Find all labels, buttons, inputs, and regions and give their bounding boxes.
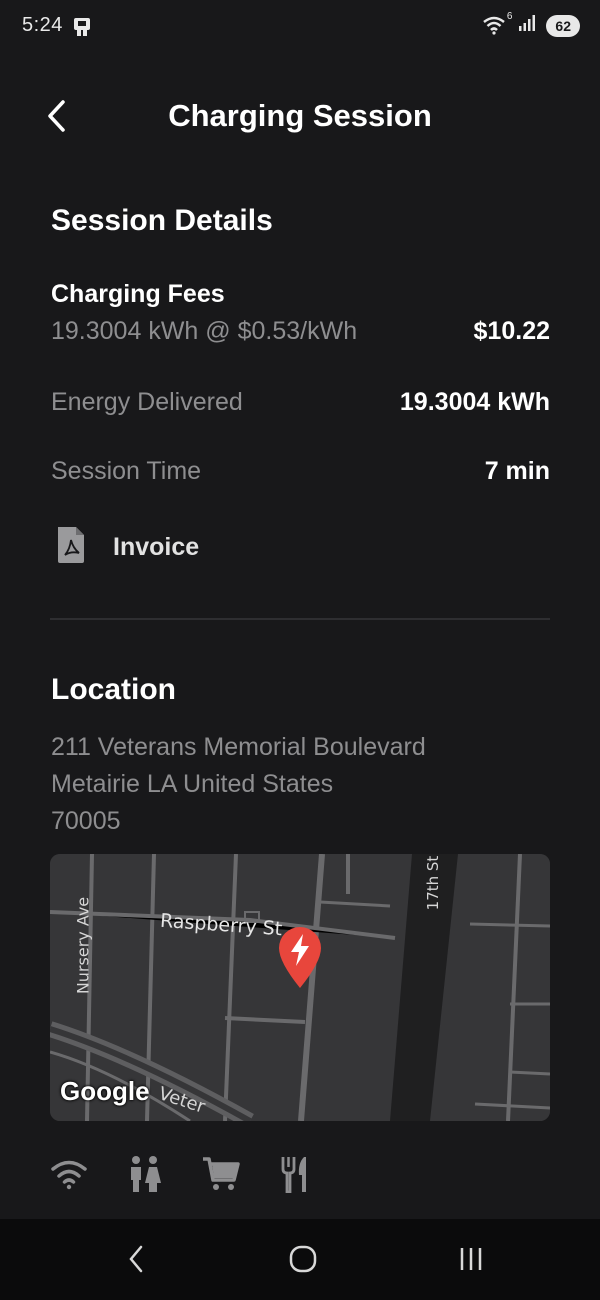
section-divider [50,618,550,620]
wifi-status-icon: 6 [482,11,512,37]
charging-fees-value: $10.22 [473,317,550,345]
battery-indicator: 62 [546,14,580,37]
notification-icon [72,16,94,43]
amenities-row [50,1155,310,1198]
status-icons: 6 62 [482,11,580,37]
location-map[interactable]: Raspberry St Nursery Ave 17th St Veter G… [50,854,550,1121]
status-time: 5:24 [22,14,63,36]
restroom-icon [128,1155,162,1198]
system-navigation-bar [0,1219,600,1300]
page-title: Charging Session [168,98,432,133]
address-line-2: Metairie LA United States [51,770,334,798]
system-home-button[interactable] [273,1241,333,1281]
session-time-label: Session Time [51,457,202,485]
location-address: 211 Veterans Memorial Boulevard Metairie… [51,729,426,840]
address-line-1: 211 Veterans Memorial Boulevard [51,733,426,761]
system-back-button[interactable] [106,1241,166,1281]
charging-fees-label: Charging Fees [51,280,225,308]
restaurant-icon [280,1155,310,1198]
map-street-label: 17th St [424,855,442,911]
map-street-label: Nursery Ave [73,896,93,995]
chevron-left-icon [126,1244,146,1279]
location-heading: Location [51,673,176,706]
energy-delivered-value: 19.3004 kWh [399,388,550,416]
system-recents-button[interactable] [441,1241,501,1281]
address-line-3: 70005 [51,807,121,835]
energy-delivered-label: Energy Delivered [51,388,243,416]
charging-fees-detail: 19.3004 kWh @ $0.53/kWh [51,317,358,345]
wifi-icon [50,1158,88,1195]
home-circle-icon [288,1244,318,1279]
session-details-heading: Session Details [51,204,273,237]
recents-icon [456,1244,486,1279]
pdf-file-icon [51,524,91,571]
invoice-link[interactable]: Invoice [51,524,199,571]
signal-icon [518,14,538,37]
google-logo: Google [60,1076,150,1106]
session-time-value: 7 min [484,457,550,485]
invoice-label: Invoice [113,533,200,561]
charger-location-pin-icon[interactable] [275,924,325,995]
wifi-badge: 6 [506,10,513,22]
shopping-cart-icon [202,1156,240,1197]
